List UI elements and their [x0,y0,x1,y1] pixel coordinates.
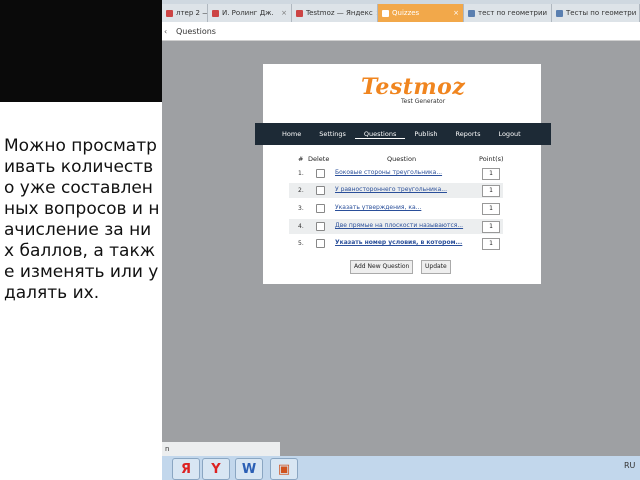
question-link[interactable]: Две прямые на плоскости называются... [335,222,463,229]
tab-label: Тесты по геометри [566,9,637,17]
col-header-question: Question [387,155,417,163]
question-number: 5. [298,240,304,247]
question-number: 2. [298,187,304,194]
question-number: 3. [298,205,304,212]
page-icon [468,9,475,17]
question-link[interactable]: Указать номер условия, в котором... [335,239,462,246]
col-header-delete: Delete [308,155,330,163]
powerpoint-icon[interactable]: ▣ [270,458,298,480]
tab-label: Testmoz — Яндекс [306,9,373,17]
page-icon [556,9,563,17]
update-button[interactable]: Update [421,260,451,274]
breadcrumb: Questions [176,26,216,36]
taskbar: Я Y W ▣ RU [162,456,640,480]
delete-checkbox[interactable] [316,186,325,195]
close-icon[interactable]: × [450,9,459,17]
page-icon [212,9,219,17]
points-input[interactable]: 1 [482,221,500,233]
page-icon [166,9,173,17]
question-number: 4. [298,223,304,230]
logo-subtitle: Test Generator [401,98,446,105]
tab-6[interactable]: Тесты по геометри [552,4,640,22]
points-input[interactable]: 1 [482,185,500,197]
tab-5[interactable]: тест по геометрии× [464,4,552,22]
tab-2[interactable]: И. Ролинг Дж. × [208,4,292,22]
black-panel [0,0,162,102]
table-row: 2. У равностороннего треугольника... 1 [289,183,503,198]
nav-home[interactable]: Home [273,130,310,138]
close-icon[interactable]: × [278,9,287,17]
nav-questions[interactable]: Questions [354,130,406,139]
table-row: 4. Две прямые на плоскости называются...… [289,219,503,234]
slide-caption: Можно просматривать количество уже соста… [4,136,160,303]
col-header-points: Point(s) [479,155,504,163]
delete-checkbox[interactable] [316,239,325,248]
col-header-num: # [298,155,304,163]
word-icon[interactable]: W [235,458,263,480]
delete-checkbox[interactable] [316,169,325,178]
question-number: 1. [298,170,304,177]
nav-publish[interactable]: Publish [405,130,446,138]
add-question-button[interactable]: Add New Question [350,260,414,274]
testmoz-logo: Testmoz [361,74,466,100]
tab-label: И. Ролинг Дж. [222,9,274,17]
status-bar: n [162,442,280,456]
nav-reports[interactable]: Reports [447,130,490,138]
address-bar[interactable]: ‹ Questions [162,22,640,41]
question-link[interactable]: Указать утверждения, ка... [335,204,421,211]
points-input[interactable]: 1 [482,238,500,250]
question-link[interactable]: У равностороннего треугольника... [335,186,447,193]
tab-3[interactable]: Testmoz — Яндекс× [292,4,378,22]
tab-label: лтер 2 — Р [176,9,207,17]
table-row: 1. Боковые стороны треугольника... 1 [289,166,503,181]
tab-label: тест по геометрии [478,9,548,17]
page-icon [296,9,303,17]
points-input[interactable]: 1 [482,168,500,180]
tab-label: Quizzes [392,9,420,17]
yandex-browser-icon[interactable]: Я [172,458,200,480]
question-link[interactable]: Боковые стороны треугольника... [335,169,442,176]
delete-checkbox[interactable] [316,204,325,213]
language-indicator[interactable]: RU [624,461,635,470]
page-icon [382,9,389,17]
back-icon[interactable]: ‹ [164,27,170,36]
yandex-icon[interactable]: Y [202,458,230,480]
nav-logout[interactable]: Logout [489,130,529,138]
testmoz-nav: Home Settings Questions Publish Reports … [255,123,551,145]
delete-checkbox[interactable] [316,222,325,231]
tab-active[interactable]: Quizzes × [378,4,464,22]
tab-bar: лтер 2 — Р И. Ролинг Дж. × Testmoz — Янде… [162,0,640,22]
table-row: 5. Указать номер условия, в котором... 1 [289,236,503,251]
table-row: 3. Указать утверждения, ка... 1 [289,201,503,216]
tab-1[interactable]: лтер 2 — Р [162,4,208,22]
nav-settings[interactable]: Settings [310,130,355,138]
points-input[interactable]: 1 [482,203,500,215]
